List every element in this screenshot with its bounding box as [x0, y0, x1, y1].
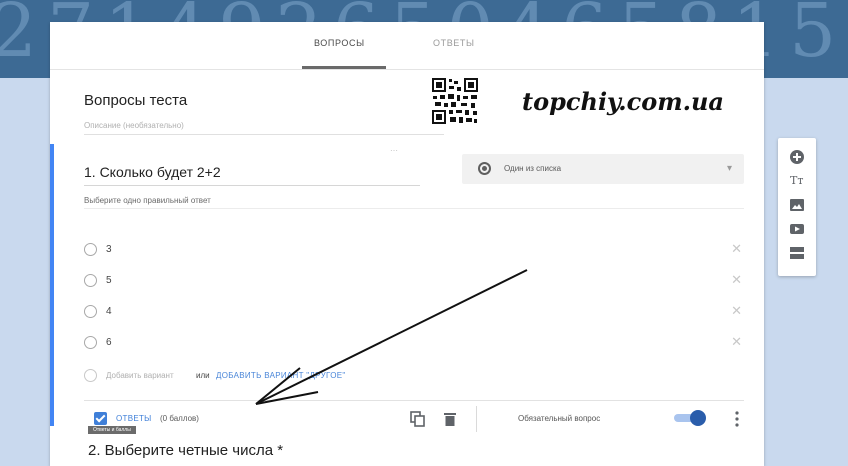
remove-option-icon[interactable]: ✕	[731, 303, 742, 319]
qr-code-icon	[431, 77, 479, 125]
option-radio	[84, 274, 97, 287]
form-description-underline	[84, 134, 444, 135]
tab-questions[interactable]: ВОПРОСЫ	[314, 38, 365, 48]
watermark-site-text: topchiy.com.ua	[522, 87, 724, 116]
option-label[interactable]: 6	[106, 337, 112, 348]
trash-icon[interactable]	[444, 412, 456, 426]
add-video-icon	[790, 224, 804, 234]
option-radio	[84, 336, 97, 349]
footer-separator	[476, 406, 477, 432]
add-video-button[interactable]	[778, 218, 816, 240]
add-image-icon	[790, 199, 804, 211]
form-title[interactable]: Вопросы теста	[84, 92, 187, 109]
add-option-field[interactable]: Добавить вариант	[106, 371, 174, 380]
answers-points: (0 баллов)	[160, 414, 199, 423]
answers-tooltip-badge: Ответы и баллы	[88, 426, 136, 434]
form-description-field[interactable]: Описание (необязательно)	[84, 121, 184, 130]
option-label[interactable]: 3	[106, 244, 112, 255]
add-section-icon	[790, 247, 804, 259]
add-title-button[interactable]: Tт	[778, 170, 816, 192]
question-description[interactable]: Выберите одно правильный ответ	[84, 196, 211, 205]
option-radio	[84, 243, 97, 256]
option-row[interactable]: 3 ✕	[84, 240, 744, 260]
tab-active-indicator	[302, 66, 386, 69]
option-radio	[84, 369, 97, 382]
add-section-button[interactable]	[778, 242, 816, 264]
chevron-down-icon: ▾	[726, 163, 732, 174]
answers-checkbox[interactable]	[94, 412, 107, 425]
form-card: ВОПРОСЫ ОТВЕТЫ Вопросы теста Описание (н…	[50, 22, 764, 466]
question-footer-divider	[84, 400, 744, 401]
drag-handle-icon[interactable]: ⋯	[390, 146, 399, 155]
add-image-button[interactable]	[778, 194, 816, 216]
question-title[interactable]: 1. Сколько будет 2+2	[84, 164, 221, 180]
radio-button-icon	[478, 162, 491, 175]
add-other-option-link[interactable]: ДОБАВИТЬ ВАРИАНТ "ДРУГОЕ"	[216, 371, 346, 380]
duplicate-icon[interactable]	[410, 411, 426, 427]
option-row[interactable]: 5 ✕	[84, 271, 744, 291]
option-label[interactable]: 5	[106, 275, 112, 286]
question-description-underline	[84, 208, 744, 209]
question-card: ⋯ 1. Сколько будет 2+2 Один из списка ▾ …	[50, 144, 764, 432]
add-question-icon	[790, 150, 804, 164]
remove-option-icon[interactable]: ✕	[731, 241, 742, 257]
tab-answers[interactable]: ОТВЕТЫ	[433, 38, 475, 48]
option-row[interactable]: 6 ✕	[84, 333, 744, 353]
question-type-select[interactable]: Один из списка ▾	[462, 154, 744, 184]
question-title-underline	[84, 185, 420, 186]
required-label: Обязательный вопрос	[518, 414, 601, 423]
form-tabs: ВОПРОСЫ ОТВЕТЫ	[50, 22, 764, 70]
question-tools-sidebar: Tт	[778, 138, 816, 276]
option-label[interactable]: 4	[106, 306, 112, 317]
add-or-text: или	[196, 371, 210, 380]
add-title-icon: Tт	[790, 174, 804, 187]
add-question-button[interactable]	[778, 146, 816, 168]
question-active-accent	[50, 144, 54, 426]
toggle-knob	[690, 410, 706, 426]
option-row[interactable]: 4 ✕	[84, 302, 744, 322]
more-vert-icon[interactable]	[734, 410, 740, 428]
question-2-title[interactable]: 2. Выберите четные числа *	[88, 442, 283, 459]
remove-option-icon[interactable]: ✕	[731, 334, 742, 350]
answers-link[interactable]: ОТВЕТЫ	[116, 414, 152, 423]
option-radio	[84, 305, 97, 318]
question-type-label: Один из списка	[504, 164, 562, 173]
add-option-row: Добавить вариант или ДОБАВИТЬ ВАРИАНТ "Д…	[84, 366, 744, 386]
required-toggle[interactable]	[672, 410, 706, 426]
remove-option-icon[interactable]: ✕	[731, 272, 742, 288]
